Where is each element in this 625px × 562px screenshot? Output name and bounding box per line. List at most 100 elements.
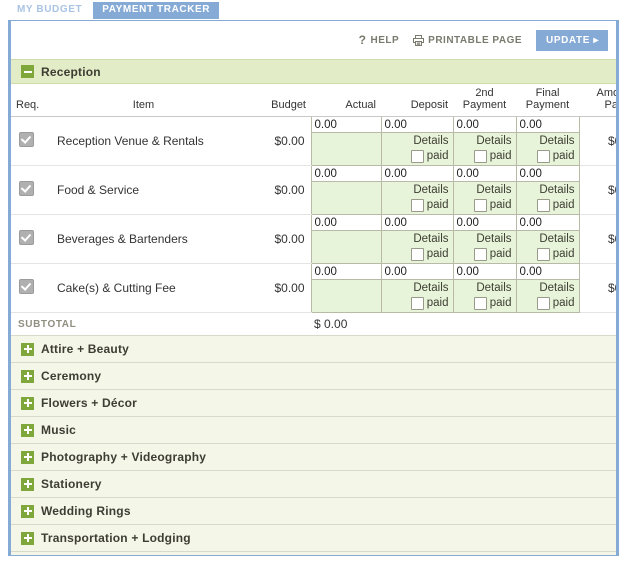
row-second-payment-details-link[interactable]: Details <box>458 134 511 149</box>
collapsed-section-row[interactable]: Flowers + Décor <box>11 390 616 417</box>
row-deposit-input[interactable] <box>381 166 453 182</box>
collapsed-section-row[interactable]: Stationery <box>11 471 616 498</box>
collapsed-section-row[interactable]: Ceremony <box>11 363 616 390</box>
row-second-payment-input[interactable] <box>453 166 516 182</box>
collapsed-section-row[interactable]: Transportation + Lodging <box>11 525 616 552</box>
row-deposit-paid-checkbox[interactable] <box>410 198 424 212</box>
row-deposit-input[interactable] <box>381 215 453 231</box>
expand-plus-icon[interactable] <box>21 423 34 437</box>
row-final-payment-cell: Detailspaid <box>515 116 580 166</box>
row-deposit-paid-label: paid <box>426 297 449 309</box>
required-checkbox <box>19 279 34 294</box>
row-second-payment-details-link[interactable]: Details <box>458 232 511 247</box>
row-second-payment-paid-checkbox[interactable] <box>473 149 487 163</box>
row-second-payment-paid-checkbox[interactable] <box>473 198 487 212</box>
row-deposit-input[interactable] <box>381 117 453 133</box>
subtotal-value: $ 0.00 <box>314 317 348 331</box>
row-final-payment-details-link[interactable]: Details <box>521 281 574 296</box>
update-button[interactable]: UPDATE ▸ <box>536 29 608 51</box>
section-header-reception[interactable]: Reception <box>11 59 616 84</box>
table-row: Cake(s) & Cutting Fee$0.00DetailspaidDet… <box>11 263 616 313</box>
tab-payment-tracker[interactable]: PAYMENT TRACKER <box>93 2 220 19</box>
row-final-payment-details-link[interactable]: Details <box>521 232 574 247</box>
col-header-actual: Actual <box>311 84 381 117</box>
subtotal-label: SUBTOTAL <box>18 318 77 330</box>
row-final-payment-cell: Detailspaid <box>515 263 580 313</box>
row-final-payment-paid-row: paid <box>521 296 575 310</box>
row-deposit-paid-label: paid <box>426 199 449 211</box>
col-header-final-payment-line2: Payment <box>525 99 570 111</box>
row-final-payment-paid-checkbox[interactable] <box>536 247 550 261</box>
required-checkbox <box>19 181 34 196</box>
help-link[interactable]: ? HELP <box>359 33 400 47</box>
table-row: Food & Service$0.00DetailspaidDetailspai… <box>11 165 616 215</box>
row-deposit-paid-checkbox[interactable] <box>410 296 424 310</box>
collapsed-section-row[interactable]: Music <box>11 417 616 444</box>
collapsed-section-title: Wedding Rings <box>41 504 131 518</box>
row-second-payment-paid-checkbox[interactable] <box>473 296 487 310</box>
collapsed-section-title: Photography + Videography <box>41 450 207 464</box>
collapsed-section-row[interactable]: Gifts <box>11 552 616 555</box>
row-second-payment-details-link[interactable]: Details <box>458 183 511 198</box>
row-deposit-cell-body: Details paid <box>382 133 453 165</box>
expand-plus-icon[interactable] <box>21 531 34 545</box>
collapsed-section-title: Transportation + Lodging <box>41 531 191 545</box>
collapsed-section-row[interactable]: Wedding Rings <box>11 498 616 525</box>
row-final-payment-paid-checkbox[interactable] <box>536 198 550 212</box>
row-final-payment-input[interactable] <box>516 166 579 182</box>
row-second-payment-input[interactable] <box>453 117 516 133</box>
row-final-payment-input[interactable] <box>516 117 579 133</box>
payment-table: Req. Item Budget Actual Deposit 2nd Paym… <box>11 84 616 336</box>
row-deposit-paid-row: paid <box>386 198 449 212</box>
row-deposit-paid-checkbox[interactable] <box>410 247 424 261</box>
row-deposit-details-link[interactable]: Details <box>386 134 448 149</box>
row-final-payment-input[interactable] <box>516 264 579 280</box>
expand-plus-icon[interactable] <box>21 477 34 491</box>
row-actual-input[interactable] <box>311 117 381 133</box>
row-deposit-details-link[interactable]: Details <box>386 232 448 247</box>
row-second-payment-input[interactable] <box>453 215 516 231</box>
row-second-payment-paid-row: paid <box>458 149 512 163</box>
printable-page-link[interactable]: PRINTABLE PAGE <box>413 34 522 46</box>
expand-plus-icon[interactable] <box>21 342 34 356</box>
expand-plus-icon[interactable] <box>21 369 34 383</box>
collapsed-section-row[interactable]: Photography + Videography <box>11 444 616 471</box>
row-final-payment-paid-checkbox[interactable] <box>536 296 550 310</box>
row-second-payment-paid-checkbox[interactable] <box>473 247 487 261</box>
collapse-minus-icon[interactable] <box>21 65 34 78</box>
row-budget-value: $0.00 <box>236 116 311 166</box>
row-required-cell <box>11 165 51 215</box>
row-actual-input[interactable] <box>311 264 381 280</box>
row-second-payment-paid-label: paid <box>489 248 512 260</box>
row-second-payment-details-link[interactable]: Details <box>458 281 511 296</box>
row-final-payment-paid-checkbox[interactable] <box>536 149 550 163</box>
table-body: Reception Venue & Rentals$0.00Detailspai… <box>11 116 616 313</box>
expand-plus-icon[interactable] <box>21 450 34 464</box>
row-second-payment-paid-label: paid <box>489 199 512 211</box>
row-final-payment-details-link[interactable]: Details <box>521 134 574 149</box>
tab-my-budget[interactable]: MY BUDGET <box>8 2 92 19</box>
required-checkbox <box>19 230 34 245</box>
row-item-name: Reception Venue & Rentals <box>51 116 236 166</box>
expand-plus-icon[interactable] <box>21 396 34 410</box>
collapsed-section-row[interactable]: Attire + Beauty <box>11 336 616 363</box>
row-actual-input[interactable] <box>311 166 381 182</box>
row-deposit-paid-label: paid <box>426 150 449 162</box>
row-actual-cell <box>310 116 382 166</box>
row-actual-input[interactable] <box>311 215 381 231</box>
tab-bar: MY BUDGET PAYMENT TRACKER <box>0 0 625 20</box>
panel-toolbar: ? HELP PRINTABLE PAGE UPDATE ▸ <box>11 21 616 59</box>
table-header: Req. Item Budget Actual Deposit 2nd Paym… <box>11 84 616 117</box>
row-final-payment-details-link[interactable]: Details <box>521 183 574 198</box>
row-deposit-details-link[interactable]: Details <box>386 281 448 296</box>
row-final-payment-input[interactable] <box>516 215 579 231</box>
row-deposit-details-link[interactable]: Details <box>386 183 448 198</box>
table-footer: SUBTOTAL $ 0.00 <box>11 312 616 336</box>
row-second-payment-input[interactable] <box>453 264 516 280</box>
row-deposit-paid-checkbox[interactable] <box>410 149 424 163</box>
expand-plus-icon[interactable] <box>21 504 34 518</box>
collapsed-section-title: Attire + Beauty <box>41 342 130 356</box>
row-deposit-input[interactable] <box>381 264 453 280</box>
row-final-payment-paid-label: paid <box>552 248 575 260</box>
subtotal-row: SUBTOTAL $ 0.00 <box>11 312 616 336</box>
